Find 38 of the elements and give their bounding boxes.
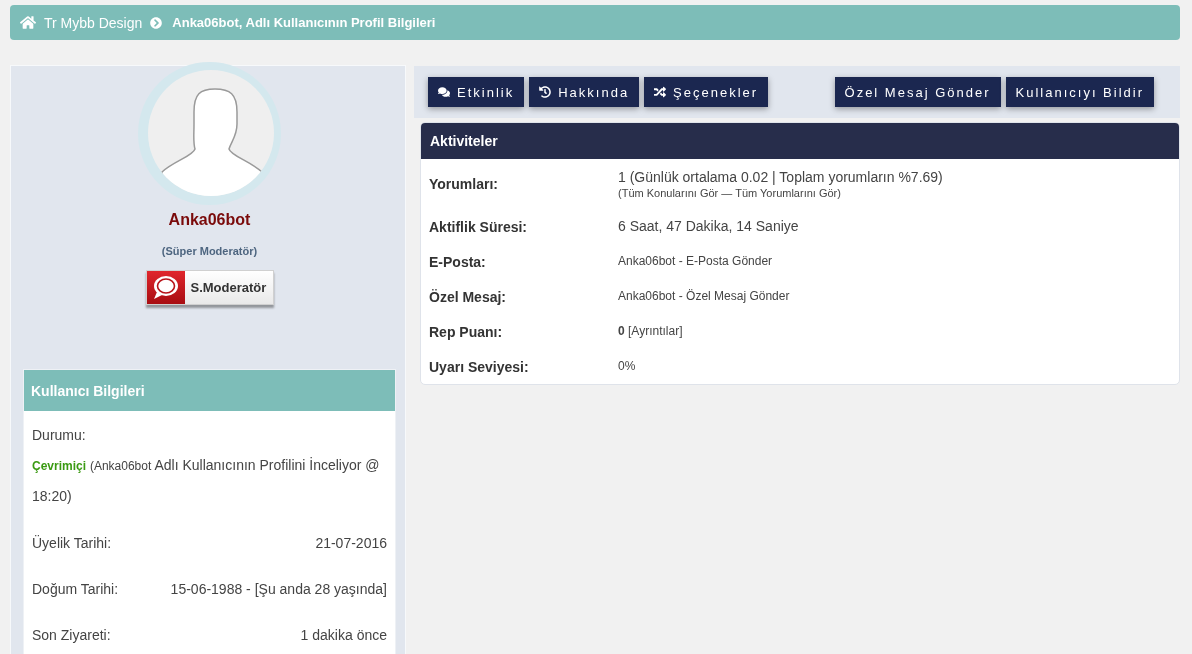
- nav-button[interactable]: Şeçenekler: [644, 77, 769, 107]
- online-status-text: Çevrimiçi (Anka06bot Adlı Kullanıcının Profilini İnceliyor @ 18:20): [32, 456, 381, 506]
- history-icon: [539, 86, 552, 98]
- action-button[interactable]: Özel Mesaj Gönder: [834, 77, 1001, 107]
- field-label: Durumu:: [32, 426, 87, 445]
- field-label: Doğum Tarihi:: [32, 581, 119, 597]
- field-label: Özel Mesaj:: [429, 288, 508, 305]
- user-title: (Süper Moderatör): [161, 244, 258, 258]
- field-value: 1 dakika önce: [300, 627, 387, 643]
- chevron-right-icon: [150, 16, 163, 29]
- nav-button[interactable]: Etkinlik: [428, 77, 525, 107]
- nav-button[interactable]: Hakkında: [529, 77, 640, 107]
- field-label: Aktiflik Süresi:: [429, 218, 529, 235]
- field-value: 21-07-2016: [315, 535, 387, 551]
- rank-label: S.Moderatör: [190, 280, 267, 295]
- field-value: 15-06-1988 - [Şu anda 28 yaşında]: [170, 581, 387, 597]
- action-button[interactable]: Kullanıcıyı Bildir: [1005, 77, 1154, 107]
- card-header: Kullanıcı Bilgileri: [24, 370, 395, 411]
- post-links-text[interactable]: (Tüm Konularını Gör — Tüm Yorumlarını Gör): [618, 185, 1179, 200]
- field-label: E-Posta:: [429, 253, 487, 270]
- field-label: Uyarı Seviyesi:: [429, 358, 530, 375]
- field-label: Üyelik Tarihi:: [32, 535, 112, 551]
- field-value: 1 (Günlük ortalama 0.02 | Toplam yorumların %7.69): [618, 168, 944, 186]
- field-label: Yorumları:: [429, 176, 499, 192]
- field-label: Rep Puanı:: [429, 323, 504, 340]
- field-value: 0%: [618, 359, 637, 374]
- breadcrumb-current: Anka06bot, Adlı Kullanıcının Profil Bilgileri: [172, 15, 436, 30]
- home-icon: [20, 15, 36, 30]
- field-value: 6 Saat, 47 Dakika, 14 Saniye: [618, 218, 800, 235]
- field-value: Anka06bot - Özel Mesaj Gönder: [618, 289, 791, 304]
- card-header: Aktiviteler: [421, 123, 1179, 159]
- field-value: Anka06bot - E-Posta Gönder: [618, 254, 774, 269]
- field-label: Son Ziyareti:: [32, 627, 111, 643]
- username: Anka06bot: [168, 210, 251, 230]
- shuffle-icon: [654, 86, 667, 98]
- speech-bubble-icon: [146, 271, 185, 304]
- field-value: 0 [Ayrıntılar]: [618, 324, 684, 339]
- comments-icon: [438, 86, 450, 98]
